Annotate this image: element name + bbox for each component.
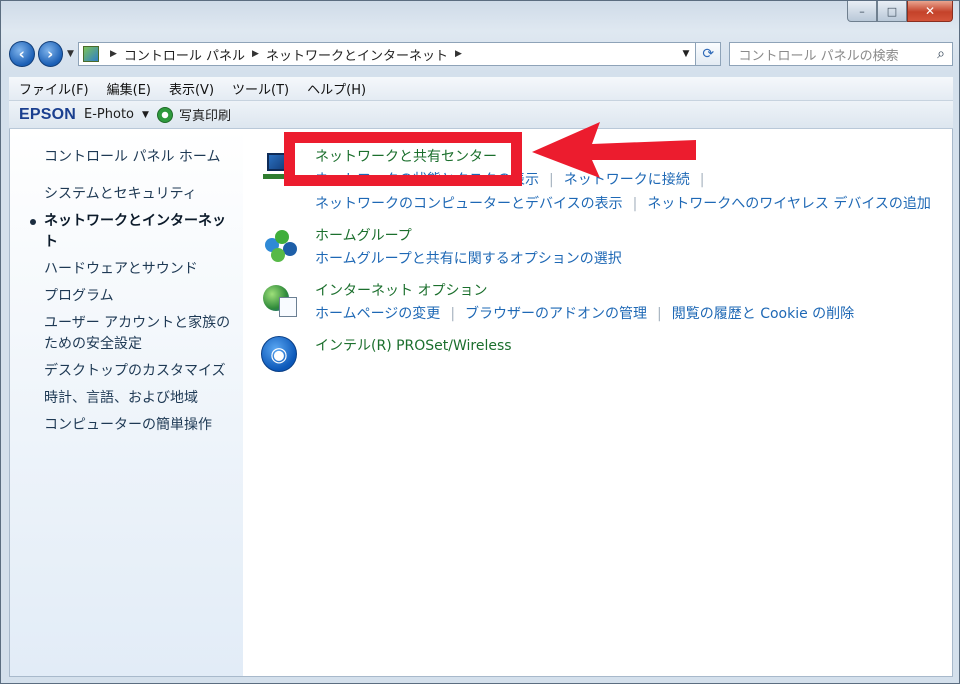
close-button[interactable]: ✕ <box>907 1 953 22</box>
add-wireless-device-link[interactable]: ネットワークへのワイヤレス デバイスの追加 <box>647 196 931 212</box>
search-input[interactable]: コントロール パネルの検索 <box>738 45 930 64</box>
internet-options-link[interactable]: インターネット オプション <box>315 281 952 302</box>
change-homepage-link[interactable]: ホームページの変更 <box>315 306 440 322</box>
photo-print-button[interactable]: 写真印刷 <box>179 105 231 124</box>
navigation-bar: ‹ › ▼ ▶ コントロール パネル ▶ ネットワークとインターネット ▶ ▼ … <box>9 39 953 69</box>
back-button[interactable]: ‹ <box>9 41 35 67</box>
breadcrumb-separator-icon[interactable]: ▶ <box>252 49 259 59</box>
category-internet-options: インターネット オプション ホームページの変更 | ブラウザーのアドオンの管理 | 閲覧… <box>243 281 952 326</box>
sidebar-item-clock-region[interactable]: 時計、言語、および地域 <box>10 388 243 409</box>
highlight-box <box>284 132 522 186</box>
minimize-button[interactable]: – <box>847 1 877 22</box>
maximize-icon: □ <box>886 4 898 18</box>
delete-history-link[interactable]: 閲覧の履歴と Cookie の削除 <box>672 306 854 322</box>
menu-help[interactable]: ヘルプ(H) <box>307 79 366 98</box>
refresh-button[interactable]: ⟳ <box>695 42 722 66</box>
control-panel-icon <box>82 46 99 62</box>
breadcrumb-separator-icon[interactable]: ▶ <box>110 49 117 59</box>
manage-addons-link[interactable]: ブラウザーのアドオンの管理 <box>465 306 647 322</box>
forward-button[interactable]: › <box>37 41 64 67</box>
view-network-computers-link[interactable]: ネットワークのコンピューターとデバイスの表示 <box>315 196 623 212</box>
epson-logo: EPSON <box>19 105 77 123</box>
caption-buttons: – □ ✕ <box>847 1 953 23</box>
control-panel-window: – □ ✕ ‹ › ▼ ▶ コントロール パネル ▶ ネットワークとインターネッ… <box>0 0 960 684</box>
intel-proset-wireless-link[interactable]: インテル(R) PROSet/Wireless <box>315 336 952 357</box>
pointer-arrow-icon <box>532 122 696 178</box>
sidebar-item-home[interactable]: コントロール パネル ホーム <box>10 147 243 168</box>
sidebar-item-system-security[interactable]: システムとセキュリティ <box>10 184 243 205</box>
menu-file[interactable]: ファイル(F) <box>19 79 89 98</box>
sidebar-item-appearance[interactable]: デスクトップのカスタマイズ <box>10 361 243 382</box>
menu-edit[interactable]: 編集(E) <box>107 79 151 98</box>
maximize-button[interactable]: □ <box>877 1 907 22</box>
sidebar-item-hardware-sound[interactable]: ハードウェアとサウンド <box>10 259 243 280</box>
breadcrumb-control-panel[interactable]: コントロール パネル <box>124 45 245 64</box>
internet-options-icon[interactable] <box>261 281 301 321</box>
homegroup-options-link[interactable]: ホームグループと共有に関するオプションの選択 <box>315 251 622 267</box>
address-bar[interactable]: ▶ コントロール パネル ▶ ネットワークとインターネット ▶ ▼ <box>77 42 696 66</box>
menu-tools[interactable]: ツール(T) <box>232 79 289 98</box>
content-area: コントロール パネル ホーム システムとセキュリティ ネットワークとインターネッ… <box>9 129 953 677</box>
sidebar-item-user-accounts[interactable]: ユーザー アカウントと家族のための安全設定 <box>10 313 243 355</box>
breadcrumb-separator-icon[interactable]: ▶ <box>455 49 462 59</box>
epson-toolbar: EPSON E-Photo ▼ 写真印刷 <box>9 101 953 129</box>
photo-print-icon <box>156 106 173 123</box>
address-history-dropdown-icon[interactable]: ▼ <box>677 49 695 59</box>
wireless-icon[interactable]: ◉ <box>261 336 297 372</box>
homegroup-icon[interactable] <box>261 226 301 266</box>
category-intel-wireless: ◉ インテル(R) PROSet/Wireless <box>243 336 952 376</box>
recent-pages-dropdown[interactable]: ▼ <box>67 49 74 59</box>
sidebar-item-ease-of-access[interactable]: コンピューターの簡単操作 <box>10 415 243 436</box>
sidebar-item-network-internet: ネットワークとインターネット <box>10 211 243 253</box>
close-icon: ✕ <box>924 4 936 18</box>
search-box[interactable]: コントロール パネルの検索 ⌕ <box>729 42 953 66</box>
breadcrumb-network-internet[interactable]: ネットワークとインターネット <box>266 45 448 64</box>
category-homegroup: ホームグループ ホームグループと共有に関するオプションの選択 <box>243 226 952 271</box>
search-icon[interactable]: ⌕ <box>930 46 952 62</box>
menu-view[interactable]: 表示(V) <box>169 79 214 98</box>
menu-bar: ファイル(F) 編集(E) 表示(V) ツール(T) ヘルプ(H) <box>9 77 953 101</box>
homegroup-link[interactable]: ホームグループ <box>315 226 952 247</box>
main-panel: ネットワークと共有センター ネットワークの状態とタスクの表示 | ネットワークに接続… <box>243 129 952 676</box>
ephoto-button[interactable]: E-Photo <box>84 107 134 122</box>
forward-arrow-icon: › <box>47 45 54 63</box>
sidebar: コントロール パネル ホーム システムとセキュリティ ネットワークとインターネッ… <box>10 129 243 676</box>
minimize-icon: – <box>859 4 865 18</box>
ephoto-dropdown-icon[interactable]: ▼ <box>142 110 149 120</box>
sidebar-item-programs[interactable]: プログラム <box>10 286 243 307</box>
back-arrow-icon: ‹ <box>18 45 25 63</box>
refresh-icon: ⟳ <box>702 46 715 62</box>
